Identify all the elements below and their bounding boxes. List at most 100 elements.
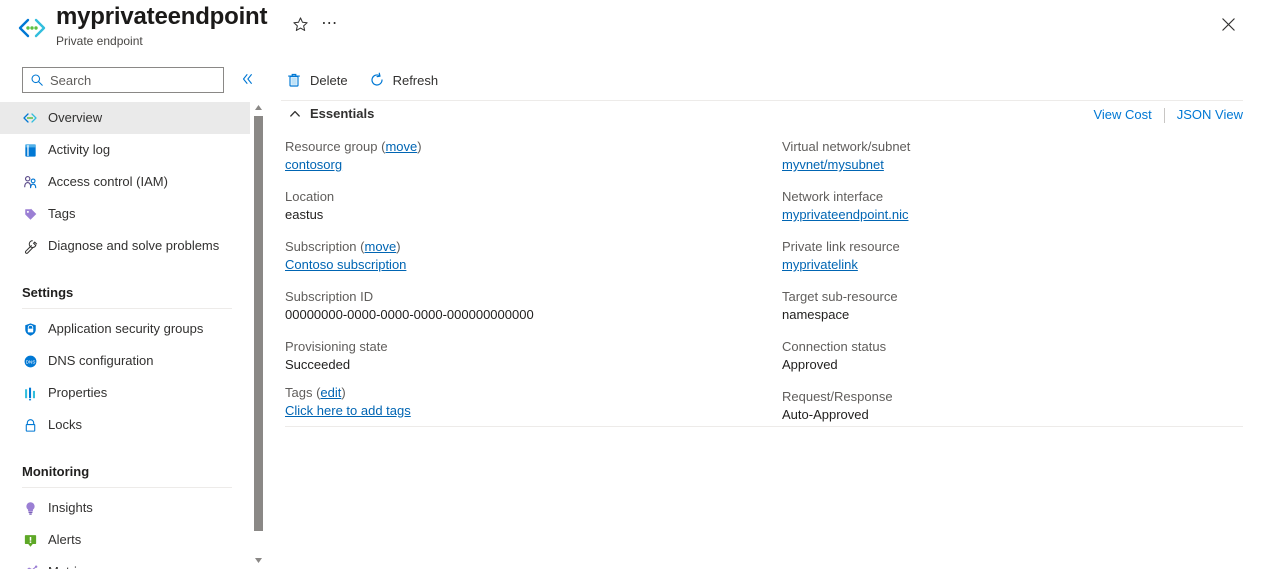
sidebar-item-properties[interactable]: Properties — [0, 377, 250, 409]
alert-icon — [22, 532, 38, 548]
svg-text:DNS: DNS — [25, 359, 35, 364]
field-private-link-resource: Private link resource myprivatelink — [782, 238, 1242, 274]
field-resource-group: Resource group (move) contosorg — [285, 138, 765, 174]
sidebar-item-label: Access control (IAM) — [48, 174, 168, 189]
refresh-icon — [368, 71, 386, 89]
scroll-up-arrow-icon[interactable] — [253, 100, 264, 111]
sidebar-item-insights[interactable]: Insights — [0, 492, 250, 524]
field-network-interface: Network interface myprivateendpoint.nic — [782, 188, 1242, 224]
field-value: Auto-Approved — [782, 407, 869, 422]
field-label: Private link resource — [782, 239, 900, 254]
field-value: myvnet/mysubnet — [782, 156, 1242, 174]
wrench-icon — [22, 238, 38, 254]
trash-icon — [285, 71, 303, 89]
shield-icon — [22, 321, 38, 337]
edit-tags-link[interactable]: edit — [320, 385, 341, 400]
field-label: Target sub-resource — [782, 289, 898, 304]
view-cost-link[interactable]: View Cost — [1093, 106, 1151, 124]
sidebar-item-dns-configuration[interactable]: DNS DNS configuration — [0, 345, 250, 377]
field-label: Resource group (move) — [285, 139, 422, 154]
sidebar-item-diagnose-and-solve-problems[interactable]: Diagnose and solve problems — [0, 230, 250, 262]
search-box[interactable] — [22, 67, 224, 93]
scroll-down-arrow-icon[interactable] — [253, 553, 264, 564]
essentials-right-column: Virtual network/subnet myvnet/mysubnet N… — [782, 138, 1242, 438]
ellipsis-icon[interactable]: ⋯ — [318, 12, 342, 36]
field-label: Request/Response — [782, 389, 893, 404]
page-title: myprivateendpoint — [56, 3, 268, 30]
title-block: myprivateendpoint Private endpoint — [56, 2, 268, 49]
move-link[interactable]: move — [385, 139, 417, 154]
sidebar-search-row — [0, 60, 252, 100]
sidebar-item-application-security-groups[interactable]: Application security groups — [0, 313, 250, 345]
field-label-text: Resource group — [285, 139, 378, 154]
essentials-title: Essentials — [310, 106, 375, 121]
essentials-collapse-toggle[interactable]: Essentials — [288, 105, 374, 123]
sidebar-group-label: Monitoring — [22, 464, 90, 479]
json-view-link[interactable]: JSON View — [1177, 106, 1243, 124]
delete-label: Delete — [310, 72, 348, 88]
command-bar-divider — [281, 100, 1243, 101]
tag-icon — [22, 206, 38, 222]
field-provisioning-state: Provisioning state Succeeded — [285, 338, 765, 374]
virtual-network-link[interactable]: myvnet/mysubnet — [782, 157, 884, 172]
sidebar-item-access-control[interactable]: Access control (IAM) — [0, 166, 250, 198]
activity-log-icon — [22, 142, 38, 158]
sidebar-item-activity-log[interactable]: Activity log — [0, 134, 250, 166]
azure-portal-resource-blade: myprivateendpoint Private endpoint ⋯ Sea… — [0, 0, 1263, 569]
dns-icon: DNS — [22, 353, 38, 369]
sidebar-item-tags[interactable]: Tags — [0, 198, 250, 230]
sidebar-item-label: Locks — [48, 417, 82, 432]
delete-button[interactable]: Delete — [281, 64, 358, 96]
add-tags-link[interactable]: Click here to add tags — [285, 403, 411, 418]
sidebar-item-metrics[interactable]: Metrics — [0, 556, 250, 569]
sidebar-item-label: Diagnose and solve problems — [48, 238, 220, 253]
sidebar-item-label: Overview — [48, 110, 103, 125]
sidebar-item-label: Application security groups — [48, 321, 204, 336]
chevron-up-icon — [288, 107, 302, 121]
field-label: Subscription (move) — [285, 239, 401, 254]
search-input[interactable] — [50, 72, 210, 88]
field-label-text: Subscription — [285, 239, 357, 254]
chevron-double-left-icon[interactable] — [240, 72, 258, 88]
sidebar-item-locks[interactable]: Locks — [0, 409, 250, 441]
sidebar-item-label: Metrics — [48, 564, 90, 569]
sidebar-group-divider — [22, 487, 232, 488]
tags-label-text: Tags — [285, 385, 313, 400]
resource-group-link[interactable]: contosorg — [285, 157, 342, 172]
refresh-button[interactable]: Refresh — [364, 64, 449, 96]
sidebar-item-label: Properties — [48, 385, 108, 400]
sidebar-item-overview[interactable]: Overview — [0, 102, 250, 134]
sidebar-group-monitoring: Monitoring — [0, 441, 250, 481]
sidebar-item-label: Tags — [48, 206, 76, 221]
star-icon[interactable] — [288, 12, 312, 36]
field-value: Contoso subscription — [285, 256, 765, 274]
private-endpoint-icon — [16, 14, 48, 42]
sidebar-nav-list: Overview Activity log Access control (IA… — [0, 102, 250, 569]
close-icon[interactable] — [1214, 10, 1242, 38]
resource-menu-sidebar: Overview Activity log — [0, 60, 252, 569]
field-value: myprivateendpoint.nic — [782, 206, 1242, 224]
subscription-link[interactable]: Contoso subscription — [285, 257, 406, 272]
field-label: Location — [285, 189, 335, 204]
field-value: eastus — [285, 207, 324, 222]
sidebar-item-label: Activity log — [48, 142, 111, 157]
move-link[interactable]: move — [365, 239, 397, 254]
lightbulb-icon — [22, 500, 38, 516]
command-bar: Delete Refresh — [281, 60, 1263, 101]
field-subscription: Subscription (move) Contoso subscription — [285, 238, 765, 274]
field-virtual-network-subnet: Virtual network/subnet myvnet/mysubnet — [782, 138, 1242, 174]
sidebar-item-alerts[interactable]: Alerts — [0, 524, 250, 556]
private-link-resource-link[interactable]: myprivatelink — [782, 257, 858, 272]
field-value: contosorg — [285, 156, 765, 174]
field-location: Location eastus — [285, 188, 765, 224]
network-interface-link[interactable]: myprivateendpoint.nic — [782, 207, 908, 222]
search-icon — [30, 73, 44, 87]
blade-content: Delete Refresh Essentials View Cost JSON… — [281, 60, 1263, 569]
field-subscription-id: Subscription ID 00000000-0000-0000-0000-… — [285, 288, 765, 324]
field-label: Connection status — [782, 339, 887, 354]
field-value: Approved — [782, 357, 838, 372]
sidebar-group-divider — [22, 308, 232, 309]
sidebar-scrollbar-thumb[interactable] — [254, 116, 263, 531]
tags-label: Tags (edit) — [285, 385, 346, 400]
field-value: Succeeded — [285, 357, 351, 372]
